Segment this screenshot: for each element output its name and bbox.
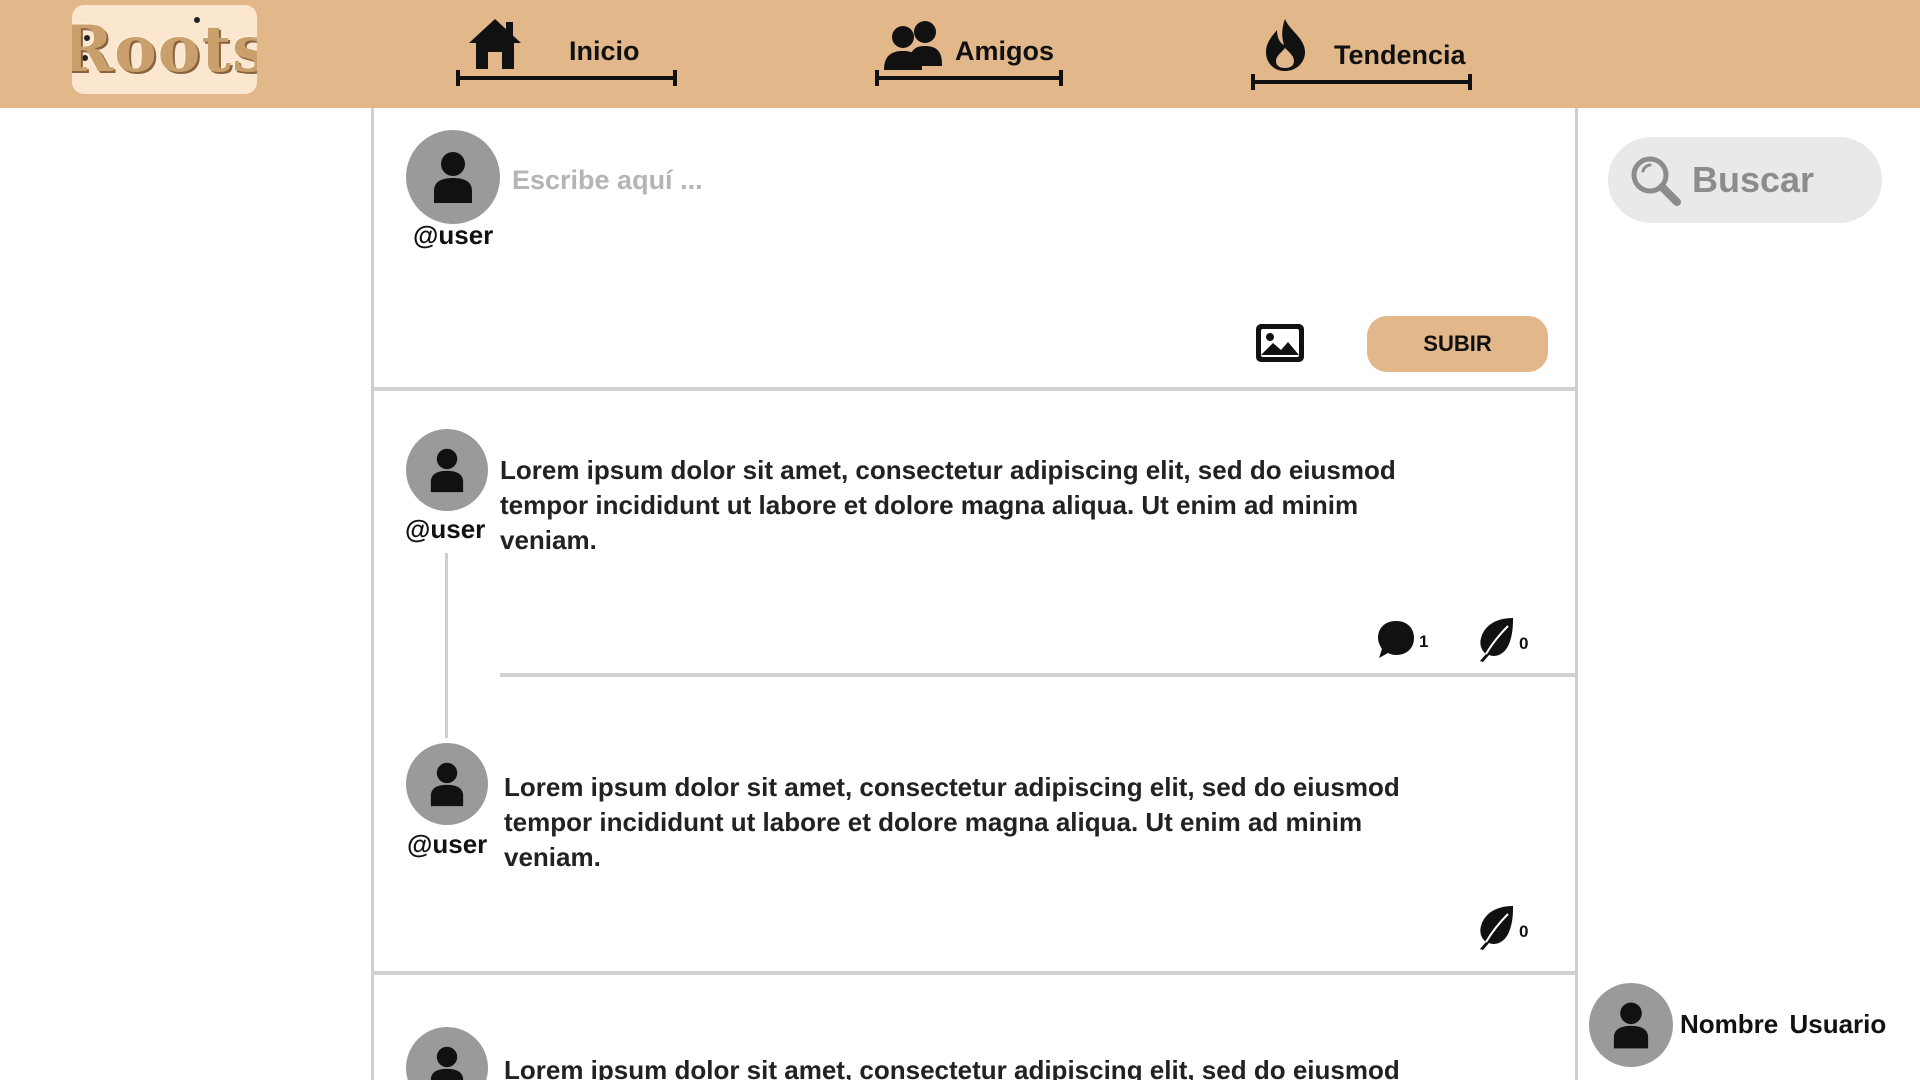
tab-inicio[interactable]: Inicio [456, 14, 677, 90]
image-icon [1256, 324, 1304, 362]
avatar[interactable] [406, 743, 488, 825]
avatar[interactable] [406, 429, 488, 511]
post-username[interactable]: @user [407, 829, 487, 860]
top-navigation-bar: Roots Inicio Amigos Tendencia [0, 0, 1920, 108]
friends-icon [884, 21, 942, 70]
like-button[interactable]: 0 [1476, 904, 1528, 950]
user-silhouette-icon [434, 152, 472, 203]
tab-underline [456, 70, 677, 86]
logo-wordmark: Roots [72, 12, 257, 87]
search-bar[interactable] [1608, 137, 1882, 223]
like-count: 0 [1519, 634, 1529, 653]
tab-label: Tendencia [1334, 40, 1466, 70]
feed-column: @user SUBIR @user Lorem ipsum dolor sit … [371, 108, 1578, 1080]
user-silhouette-icon [430, 1046, 464, 1080]
home-icon [469, 19, 521, 69]
tab-amigos[interactable]: Amigos [875, 14, 1063, 90]
post-text: Lorem ipsum dolor sit amet, consectetur … [500, 455, 1396, 555]
tab-label: Inicio [569, 36, 640, 66]
tab-underline [1251, 74, 1472, 90]
flame-icon [1266, 19, 1305, 71]
tab-label: Amigos [955, 36, 1055, 66]
comment-button[interactable]: 1 [1376, 618, 1428, 660]
post-text: Lorem ipsum dolor sit amet, consectetur … [504, 1055, 1400, 1080]
section-divider [371, 971, 1575, 975]
post-text: Lorem ipsum dolor sit amet, consectetur … [504, 772, 1400, 872]
composer-username: @user [413, 220, 494, 250]
avatar[interactable] [1589, 983, 1673, 1067]
submit-post-button[interactable]: SUBIR [1367, 316, 1548, 372]
search-icon [1631, 156, 1681, 206]
user-silhouette-icon [1613, 1002, 1649, 1049]
leaf-icon [1480, 906, 1513, 950]
comment-bubble-icon [1378, 621, 1414, 658]
avatar[interactable] [406, 1027, 488, 1080]
leaf-icon [1480, 618, 1513, 662]
avatar[interactable] [406, 130, 500, 224]
post-text-input[interactable] [512, 160, 1412, 200]
user-silhouette-icon [430, 448, 464, 493]
post-username[interactable]: @user [405, 514, 485, 545]
thread-connector-line [445, 553, 448, 738]
reply-divider [500, 673, 1575, 677]
search-input[interactable] [1692, 157, 1872, 203]
like-button[interactable]: 0 [1476, 616, 1528, 662]
user-silhouette-icon [430, 762, 464, 807]
comment-count: 1 [1419, 632, 1429, 651]
profile-username: Nombre Usuario [1680, 1009, 1887, 1039]
current-user-profile[interactable]: Nombre Usuario [1589, 983, 1919, 1067]
tab-underline [875, 70, 1063, 86]
roots-logo[interactable]: Roots [72, 5, 257, 94]
section-divider [374, 387, 1575, 391]
tab-tendencia[interactable]: Tendencia [1251, 14, 1472, 90]
like-count: 0 [1519, 922, 1529, 941]
attach-image-button[interactable] [1254, 322, 1306, 364]
